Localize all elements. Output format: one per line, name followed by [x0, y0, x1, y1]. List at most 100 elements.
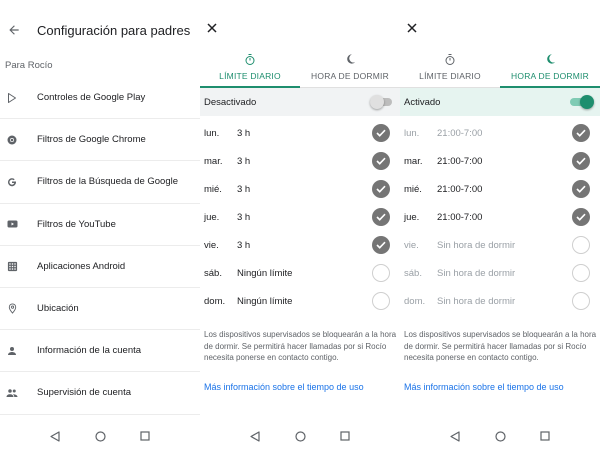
tab-label: LÍMITE DIARIO	[219, 71, 281, 81]
back-arrow-icon[interactable]	[2, 18, 26, 42]
daily-limit-switch[interactable]	[370, 95, 394, 109]
settings-list: Controles de Google Play Filtros de Goog…	[0, 77, 200, 415]
day-name: dom.	[204, 295, 226, 307]
settings-item-location[interactable]: Ubicación	[0, 288, 200, 331]
tab-label: HORA DE DORMIR	[511, 71, 589, 81]
tab-label: HORA DE DORMIR	[311, 71, 389, 81]
day-name: sáb.	[404, 267, 422, 279]
settings-item-android-apps[interactable]: Aplicaciones Android	[0, 246, 200, 288]
tab-bedtime[interactable]: HORA DE DORMIR	[300, 48, 400, 87]
day-name: mié.	[204, 183, 222, 195]
nav-back-icon[interactable]	[249, 430, 261, 442]
nav-home-icon[interactable]	[494, 430, 506, 442]
day-limit-value: 3 h	[237, 155, 251, 167]
day-row[interactable]: sáb. Ningún límite	[200, 259, 400, 287]
nav-back-icon[interactable]	[49, 430, 61, 442]
bedtime-value: 21:00-7:00	[437, 127, 483, 139]
bedtime-switch[interactable]	[570, 95, 594, 109]
day-row[interactable]: vie. Sin hora de dormir	[400, 231, 600, 259]
bedtime-value: Sin hora de dormir	[437, 239, 516, 251]
day-row[interactable]: lun. 3 h	[200, 119, 400, 147]
check-circle-icon[interactable]	[372, 180, 390, 198]
more-info-link[interactable]: Más información sobre el tiempo de uso	[204, 382, 364, 392]
tab-daily-limit[interactable]: LÍMITE DIARIO	[400, 48, 500, 87]
bedtime-value: Sin hora de dormir	[437, 295, 516, 307]
nav-home-icon[interactable]	[94, 430, 106, 442]
empty-circle-icon[interactable]	[572, 292, 590, 310]
daily-limit-toggle-row[interactable]: Desactivado	[200, 88, 400, 116]
settings-item-account-info[interactable]: Información de la cuenta	[0, 330, 200, 373]
day-row[interactable]: lun. 21:00-7:00	[400, 119, 600, 147]
page-title: Configuración para padres	[37, 22, 191, 38]
day-limit-value: 3 h	[237, 239, 251, 251]
settings-item-account-supervision[interactable]: Supervisión de cuenta	[0, 372, 200, 415]
tab-bar: LÍMITE DIARIO HORA DE DORMIR	[400, 48, 600, 88]
bedtime-value: 21:00-7:00	[437, 155, 483, 167]
day-limit-value: 3 h	[237, 127, 251, 139]
apps-grid-icon	[5, 259, 19, 273]
system-nav-bar	[400, 422, 600, 450]
day-row[interactable]: dom. Ningún límite	[200, 287, 400, 315]
nav-back-icon[interactable]	[449, 430, 461, 442]
empty-circle-icon[interactable]	[372, 264, 390, 282]
chrome-icon	[5, 133, 19, 147]
day-name: vie.	[404, 239, 419, 251]
check-circle-icon[interactable]	[572, 208, 590, 226]
nav-recents-icon[interactable]	[139, 430, 151, 442]
day-limit-value: 3 h	[237, 211, 251, 223]
check-circle-icon[interactable]	[572, 152, 590, 170]
system-nav-bar	[0, 422, 200, 450]
day-row[interactable]: mar. 3 h	[200, 147, 400, 175]
check-circle-icon[interactable]	[572, 180, 590, 198]
check-circle-icon[interactable]	[572, 124, 590, 142]
bedtime-screen: LÍMITE DIARIO HORA DE DORMIR Activado lu…	[400, 0, 600, 450]
day-name: lun.	[204, 127, 220, 139]
info-text: Los dispositivos supervisados se bloquea…	[404, 330, 597, 362]
day-row[interactable]: mié. 21:00-7:00	[400, 175, 600, 203]
day-name: dom.	[404, 295, 426, 307]
bedtime-toggle-row[interactable]: Activado	[400, 88, 600, 116]
day-name: mar.	[404, 155, 423, 167]
settings-item-label: Filtros de la Búsqueda de Google	[37, 176, 179, 188]
empty-circle-icon[interactable]	[572, 264, 590, 282]
info-text: Los dispositivos supervisados se bloquea…	[204, 330, 397, 362]
settings-item-google-search[interactable]: Filtros de la Búsqueda de Google	[0, 161, 200, 204]
close-icon[interactable]	[204, 20, 220, 36]
day-limit-value: Ningún límite	[237, 267, 293, 279]
day-name: jue.	[204, 211, 220, 223]
nav-home-icon[interactable]	[294, 430, 306, 442]
nav-recents-icon[interactable]	[339, 430, 351, 442]
person-icon	[5, 344, 19, 358]
settings-item-google-play[interactable]: Controles de Google Play	[0, 77, 200, 120]
settings-item-chrome[interactable]: Filtros de Google Chrome	[0, 119, 200, 162]
settings-item-label: Información de la cuenta	[37, 345, 142, 357]
check-circle-icon[interactable]	[372, 124, 390, 142]
day-limit-value: 3 h	[237, 183, 251, 195]
section-label: Para Rocío	[5, 60, 53, 71]
day-name: vie.	[204, 239, 219, 251]
day-row[interactable]: sáb. Sin hora de dormir	[400, 259, 600, 287]
check-circle-icon[interactable]	[372, 236, 390, 254]
nav-recents-icon[interactable]	[539, 430, 551, 442]
day-row[interactable]: jue. 21:00-7:00	[400, 203, 600, 231]
settings-item-label: Ubicación	[37, 303, 79, 315]
daily-limit-screen: LÍMITE DIARIO HORA DE DORMIR Desactivado…	[200, 0, 400, 450]
tab-label: LÍMITE DIARIO	[419, 71, 481, 81]
google-g-icon	[5, 175, 19, 189]
check-circle-icon[interactable]	[372, 208, 390, 226]
settings-item-label: Supervisión de cuenta	[37, 387, 132, 399]
empty-circle-icon[interactable]	[372, 292, 390, 310]
day-name: jue.	[404, 211, 420, 223]
close-icon[interactable]	[404, 20, 420, 36]
check-circle-icon[interactable]	[372, 152, 390, 170]
day-row[interactable]: dom. Sin hora de dormir	[400, 287, 600, 315]
more-info-link[interactable]: Más información sobre el tiempo de uso	[404, 382, 564, 392]
tab-bedtime[interactable]: HORA DE DORMIR	[500, 48, 600, 88]
day-row[interactable]: mar. 21:00-7:00	[400, 147, 600, 175]
day-row[interactable]: vie. 3 h	[200, 231, 400, 259]
settings-item-youtube[interactable]: Filtros de YouTube	[0, 204, 200, 246]
tab-daily-limit[interactable]: LÍMITE DIARIO	[200, 48, 300, 88]
day-row[interactable]: mié. 3 h	[200, 175, 400, 203]
empty-circle-icon[interactable]	[572, 236, 590, 254]
day-row[interactable]: jue. 3 h	[200, 203, 400, 231]
